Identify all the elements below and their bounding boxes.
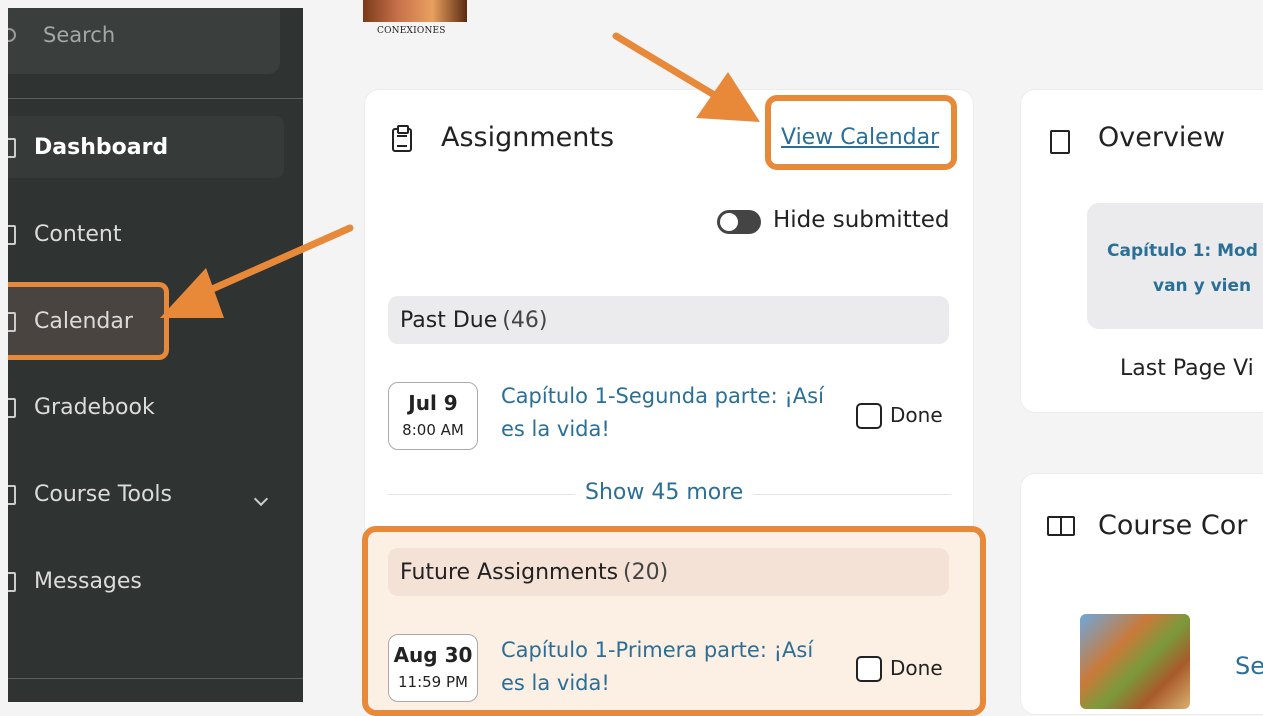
dashboard-icon [8, 138, 16, 158]
sidebar-item-label: Calendar [34, 308, 133, 334]
course-tools-icon [8, 485, 16, 505]
assignment-link[interactable]: Capítulo 1-Primera parte: ¡Así es la vid… [501, 634, 841, 700]
assignment-date-day: Aug 30 [393, 643, 473, 667]
course-content-thumbnail[interactable] [1080, 614, 1190, 709]
future-assignments-header[interactable]: Future Assignments (20) [388, 548, 949, 596]
sidebar: Search Dashboard Content Calendar Gradeb… [8, 8, 303, 702]
assignment-link[interactable]: Capítulo 1-Segunda parte: ¡Así es la vid… [501, 380, 853, 446]
future-assignments-label: Future Assignments [400, 559, 619, 585]
assignment-date: Jul 9 8:00 AM [388, 382, 478, 450]
past-due-count: (46) [502, 307, 548, 333]
assignment-date-time: 8:00 AM [402, 421, 464, 439]
sidebar-item-course-tools[interactable]: Course Tools [8, 463, 298, 525]
messages-icon [8, 572, 16, 592]
assignment-date-time: 11:59 PM [398, 673, 468, 691]
content-icon [8, 225, 16, 245]
sidebar-item-dashboard[interactable]: Dashboard [8, 116, 284, 178]
sidebar-item-label: Messages [34, 568, 142, 594]
sidebar-item-content[interactable]: Content [8, 203, 298, 265]
search-placeholder: Search [43, 23, 116, 47]
sidebar-divider [8, 98, 303, 99]
future-assignments-count: (20) [623, 559, 669, 585]
view-calendar-link[interactable]: View Calendar [781, 125, 939, 150]
overview-title: Overview [1098, 122, 1226, 153]
course-logo-text: CONEXIONES [377, 26, 446, 36]
course-content-title: Course Cor [1098, 510, 1248, 541]
past-due-header[interactable]: Past Due (46) [388, 296, 949, 344]
course-cover-image [363, 0, 467, 22]
overview-module-link[interactable]: Capítulo 1: Mod [1107, 234, 1258, 269]
done-checkbox[interactable] [856, 656, 882, 682]
done-label: Done [890, 656, 943, 680]
course-content-link[interactable]: Se [1235, 652, 1263, 680]
search-input[interactable]: Search [8, 8, 280, 74]
clipboard-icon [392, 125, 412, 152]
gradebook-icon [8, 398, 16, 418]
overview-module-link-cont[interactable]: van y vien [1153, 269, 1251, 304]
sidebar-item-label: Course Tools [34, 481, 172, 507]
sidebar-item-label: Gradebook [34, 394, 155, 420]
assignments-title: Assignments [441, 122, 615, 153]
sidebar-divider [8, 678, 303, 679]
assignment-date: Aug 30 11:59 PM [388, 634, 478, 702]
document-icon [1050, 130, 1070, 154]
course-logo[interactable]: CONEXIONES [363, 0, 467, 44]
sidebar-item-calendar[interactable]: Calendar [8, 290, 158, 352]
last-page-viewed: Last Page Vi [1120, 356, 1254, 381]
done-label: Done [890, 403, 943, 427]
sidebar-item-gradebook[interactable]: Gradebook [8, 376, 298, 438]
done-checkbox[interactable] [856, 403, 882, 429]
calendar-icon [8, 312, 16, 332]
hide-submitted-toggle[interactable] [717, 210, 761, 234]
sidebar-item-label: Dashboard [34, 134, 169, 160]
hide-submitted-label: Hide submitted [773, 207, 950, 233]
sidebar-item-label: Content [34, 221, 122, 247]
assignment-date-day: Jul 9 [408, 391, 458, 415]
search-icon [8, 28, 16, 42]
sidebar-item-messages[interactable]: Messages [8, 550, 298, 612]
arrow-to-view-calendar [612, 32, 720, 100]
book-icon [1047, 516, 1075, 536]
show-more-button[interactable]: Show 45 more [575, 480, 754, 505]
past-due-label: Past Due [400, 307, 498, 333]
